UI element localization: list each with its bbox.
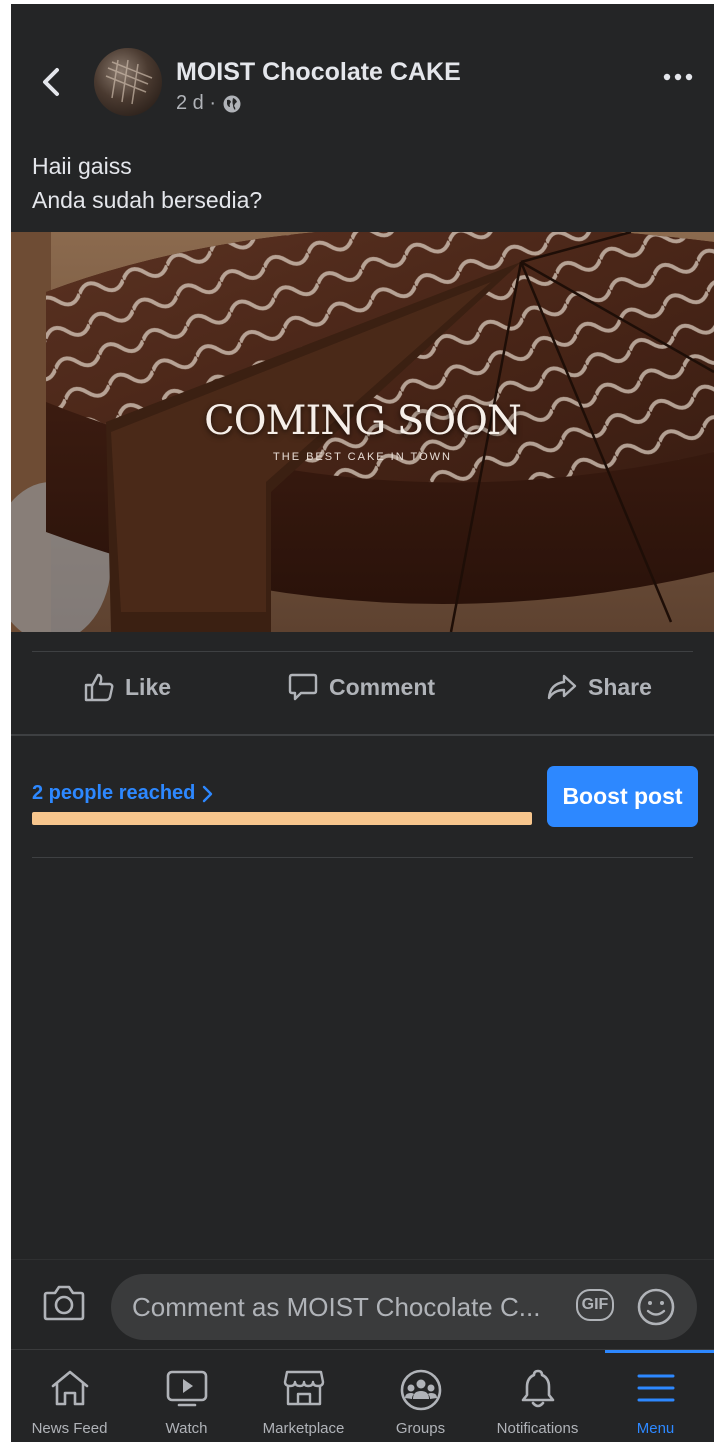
image-overlay-subtitle: THE BEST CAKE IN TOWN <box>273 451 452 463</box>
marketplace-icon <box>283 1370 324 1406</box>
people-reached-label: 2 people reached <box>32 782 196 804</box>
emoji-icon[interactable] <box>635 1286 677 1328</box>
post-time: 2 d · <box>176 92 217 114</box>
post-text-line: Haii gaiss <box>32 153 132 179</box>
watch-icon <box>166 1370 207 1407</box>
chevron-right-icon <box>203 785 213 802</box>
share-label: Share <box>588 673 652 700</box>
comment-button[interactable]: Comment <box>287 671 435 703</box>
globe-icon <box>223 95 241 112</box>
comment-label: Comment <box>329 673 436 700</box>
more-options-icon[interactable] <box>663 72 693 82</box>
tab-menu[interactable]: Menu <box>597 1350 714 1442</box>
tab-label: Notifications <box>496 1420 579 1437</box>
tab-notifications[interactable]: Notifications <box>479 1350 596 1442</box>
home-icon <box>51 1370 88 1406</box>
like-button[interactable]: Like <box>83 671 171 703</box>
reach-progress-bar <box>32 812 532 825</box>
comment-composer: Comment as MOIST Chocolate C... GIF <box>11 1259 714 1352</box>
menu-icon <box>637 1374 674 1402</box>
tab-label: Watch <box>165 1420 208 1437</box>
tab-label: Marketplace <box>262 1420 345 1437</box>
gif-button[interactable]: GIF <box>576 1289 614 1321</box>
boost-post-button[interactable]: Boost post <box>547 766 698 827</box>
post-meta: 2 d · <box>176 92 242 115</box>
page-avatar[interactable] <box>94 48 162 116</box>
post-actions: Like Comment Share <box>11 659 714 719</box>
tab-watch[interactable]: Watch <box>128 1350 245 1442</box>
post-header: MOIST Chocolate CAKE 2 d · <box>11 4 714 134</box>
groups-icon <box>400 1369 441 1411</box>
share-button[interactable]: Share <box>546 671 652 703</box>
bottom-tab-bar: News Feed Watch Marketplace Groups Notif… <box>11 1349 714 1442</box>
like-label: Like <box>125 673 172 700</box>
divider <box>11 734 714 736</box>
comment-icon <box>288 673 318 701</box>
tab-label: Groups <box>395 1420 446 1437</box>
tab-label: News Feed <box>31 1420 108 1437</box>
thumbs-up-icon <box>84 673 114 702</box>
page-name[interactable]: MOIST Chocolate CAKE <box>176 58 461 87</box>
comment-placeholder: Comment as MOIST Chocolate C... <box>132 1292 541 1322</box>
bell-icon <box>521 1369 554 1408</box>
image-overlay-title: COMING SOON <box>204 398 522 444</box>
back-arrow-icon[interactable] <box>37 62 67 102</box>
share-icon <box>547 674 577 700</box>
comment-input[interactable]: Comment as MOIST Chocolate C... GIF <box>111 1274 697 1340</box>
tab-marketplace[interactable]: Marketplace <box>245 1350 362 1442</box>
people-reached-link[interactable]: 2 people reached <box>32 782 213 805</box>
camera-icon[interactable] <box>43 1284 85 1322</box>
tab-groups[interactable]: Groups <box>362 1350 479 1442</box>
divider <box>32 857 693 858</box>
post-text: Haii gaiss Anda sudah bersedia? <box>32 149 262 217</box>
post-detail-screen: MOIST Chocolate CAKE 2 d · Haii gaiss An… <box>11 4 714 1442</box>
tab-label: Menu <box>636 1420 675 1437</box>
divider <box>32 651 693 652</box>
tab-news-feed[interactable]: News Feed <box>11 1350 128 1442</box>
post-text-line: Anda sudah bersedia? <box>32 187 263 213</box>
